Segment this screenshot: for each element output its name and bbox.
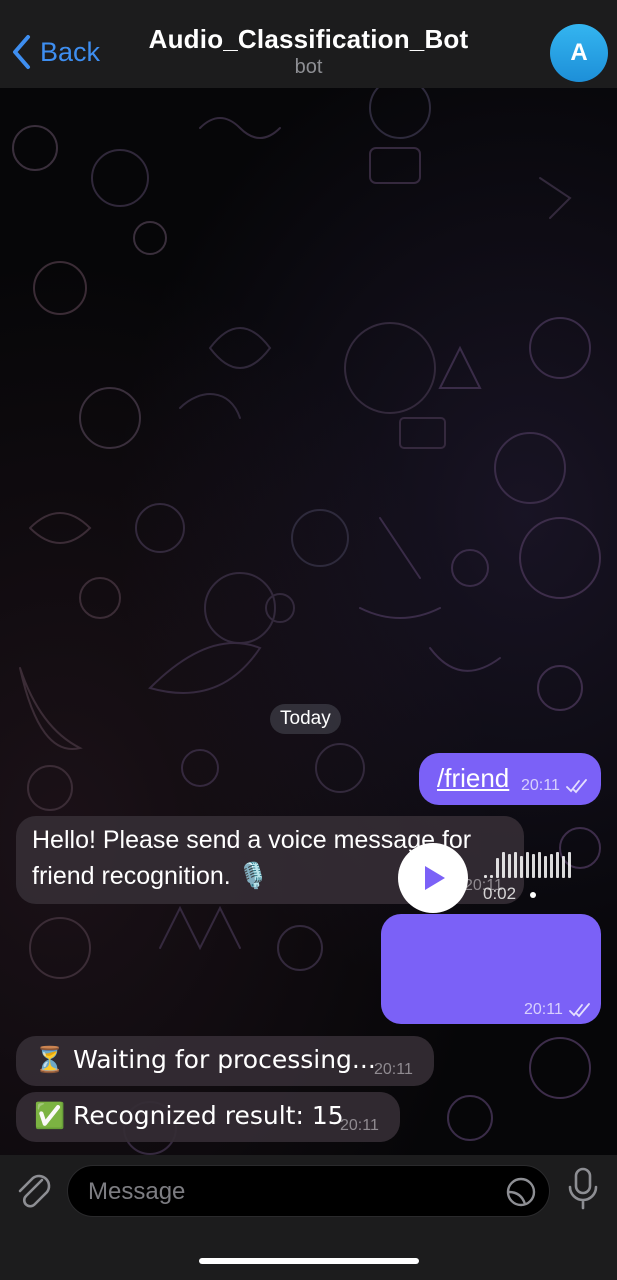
outgoing-voice-message[interactable] (381, 914, 601, 1024)
double-check-icon (566, 779, 587, 794)
message-time: 20:11 (340, 1117, 379, 1134)
message-placeholder: Message (88, 1178, 186, 1205)
double-check-icon (569, 1003, 590, 1018)
play-button[interactable] (398, 843, 468, 913)
voice-duration: 0:02 (483, 884, 517, 903)
chat-header: Back Audio_Classification_Bot bot A (0, 0, 617, 88)
play-icon (425, 866, 445, 890)
date-separator: Today (270, 704, 341, 734)
avatar[interactable]: A (550, 24, 608, 82)
message-text: ⏳ Waiting for processing... (34, 1045, 376, 1074)
microphone-icon[interactable] (566, 1167, 600, 1211)
message-time: 20:11 (521, 777, 560, 794)
sticker-icon[interactable] (505, 1176, 537, 1208)
chat-title-area[interactable]: Audio_Classification_Bot bot (0, 24, 617, 79)
message-time: 20:11 (374, 1061, 413, 1078)
message-input[interactable]: Message (67, 1165, 550, 1217)
command-link[interactable]: /friend (437, 763, 509, 794)
chat-title: Audio_Classification_Bot (148, 24, 469, 54)
unplayed-dot (530, 892, 536, 898)
avatar-letter: A (570, 39, 588, 66)
home-indicator (199, 1258, 419, 1264)
paperclip-icon[interactable] (14, 1170, 54, 1212)
chat-subtitle: bot (294, 56, 323, 78)
message-composer: Message (0, 1155, 617, 1280)
voice-waveform[interactable] (484, 850, 571, 878)
message-time: 20:11 (524, 1001, 563, 1018)
message-text: ✅ Recognized result: 15 (34, 1101, 344, 1130)
